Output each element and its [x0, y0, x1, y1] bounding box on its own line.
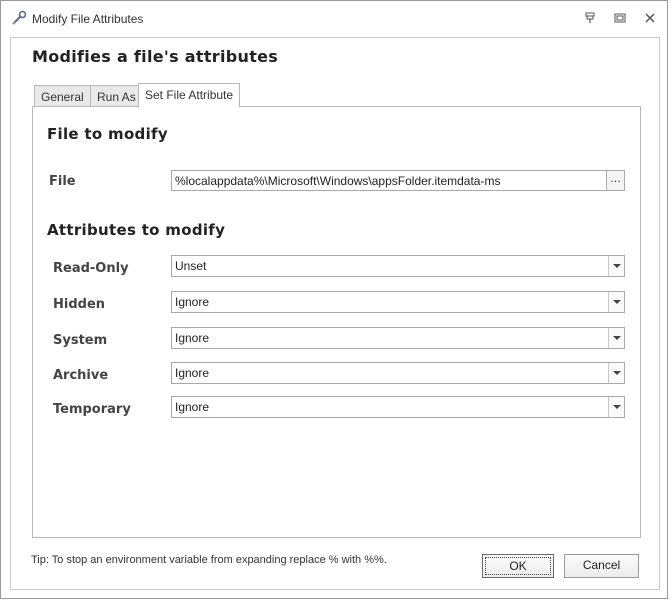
system-select[interactable]: Ignore [171, 327, 625, 349]
hidden-label: Hidden [53, 297, 106, 312]
dialog-heading: Modifies a file's attributes [32, 47, 279, 66]
file-path-input[interactable]: %localappdata%\Microsoft\Windows\appsFol… [171, 170, 607, 191]
archive-label: Archive [53, 368, 109, 383]
tab-general[interactable]: General [34, 85, 91, 107]
dialog-body: Modifies a file's attributes General Run… [10, 37, 660, 590]
tab-run-as[interactable]: Run As [90, 85, 143, 107]
select-value: Ignore [175, 366, 210, 380]
tab-label: Set File Attribute [145, 88, 234, 102]
tab-label: Run As [97, 90, 136, 104]
tip-text: Tip: To stop an environment variable fro… [31, 554, 387, 566]
hidden-select[interactable]: Ignore [171, 291, 625, 313]
chevron-down-icon[interactable] [608, 328, 624, 348]
archive-select[interactable]: Ignore [171, 362, 625, 384]
select-value: Unset [175, 259, 207, 273]
pin-icon[interactable] [583, 11, 597, 25]
chevron-down-icon[interactable] [608, 256, 624, 276]
select-value: Ignore [175, 331, 210, 345]
temporary-select[interactable]: Ignore [171, 396, 625, 418]
wrench-key-icon [11, 10, 27, 26]
cancel-button[interactable]: Cancel [564, 554, 639, 578]
title-bar[interactable]: Modify File Attributes [1, 1, 667, 37]
read-only-label: Read-Only [53, 261, 129, 276]
select-value: Ignore [175, 400, 210, 414]
browse-button[interactable]: ... [606, 170, 625, 191]
chevron-down-icon[interactable] [608, 363, 624, 383]
restore-icon[interactable] [613, 11, 627, 25]
tab-label: General [41, 90, 84, 104]
close-icon[interactable] [643, 11, 657, 25]
ok-button[interactable]: OK [482, 554, 554, 578]
file-label: File [49, 174, 76, 189]
tab-set-file-attribute[interactable]: Set File Attribute [138, 83, 241, 108]
temporary-label: Temporary [53, 402, 131, 417]
select-value: Ignore [175, 295, 210, 309]
chevron-down-icon[interactable] [608, 397, 624, 417]
file-section-title: File to modify [47, 125, 168, 143]
ok-button-label: OK [485, 557, 551, 575]
attributes-section-title: Attributes to modify [47, 221, 226, 239]
chevron-down-icon[interactable] [608, 292, 624, 312]
window-title: Modify File Attributes [32, 12, 144, 26]
modify-file-attributes-window: Modify File Attributes Modifies a file's… [0, 0, 668, 599]
read-only-select[interactable]: Unset [171, 255, 625, 277]
system-label: System [53, 333, 108, 348]
set-file-attribute-panel: File to modify File %localappdata%\Micro… [32, 106, 641, 538]
